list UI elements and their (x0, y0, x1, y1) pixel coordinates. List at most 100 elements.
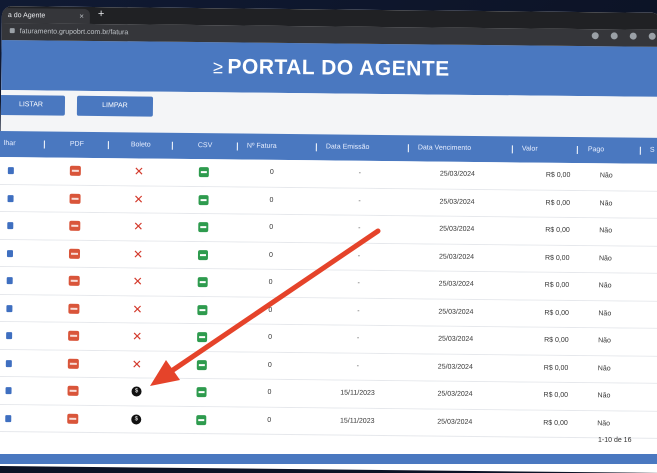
fatura-cell: 0 (268, 278, 273, 286)
cancel-x-icon: ✕ (131, 356, 142, 371)
fatura-cell: 0 (268, 251, 273, 259)
cancel-x-icon: ✕ (132, 246, 144, 262)
detail-icon[interactable] (7, 167, 14, 175)
col-separator (576, 146, 578, 155)
cancel-x-icon: ✕ (132, 329, 143, 344)
detail-icon[interactable] (6, 249, 14, 257)
emissao-cell: - (357, 307, 360, 315)
cancel-x-icon: ✕ (132, 301, 143, 316)
csv-icon[interactable] (197, 332, 208, 343)
fatura-cell: 0 (269, 223, 274, 231)
browser-tab[interactable]: a do Agente × (1, 7, 90, 24)
vencimento-cell: 25/03/2024 (437, 363, 473, 371)
csv-icon[interactable] (196, 387, 207, 398)
pago-cell: Não (599, 199, 613, 207)
table-body: ✕ 0 - 25/03/2024 R$ 0,00 Não ✕ 0 - 25/03… (0, 157, 657, 439)
emissao-cell: - (358, 169, 362, 177)
detail-icon[interactable] (7, 222, 14, 230)
valor-cell: R$ 0,00 (545, 171, 571, 179)
pdf-icon[interactable] (68, 248, 81, 259)
pdf-icon[interactable] (69, 165, 81, 176)
pdf-icon[interactable] (68, 275, 80, 286)
valor-cell: R$ 0,00 (544, 336, 569, 344)
col-pago[interactable]: Pago (588, 137, 605, 163)
csv-icon[interactable] (197, 249, 209, 260)
csv-icon[interactable] (196, 414, 207, 425)
vencimento-cell: 25/03/2024 (439, 225, 475, 233)
puzzle-icon[interactable] (648, 32, 656, 40)
star-icon[interactable] (610, 32, 618, 40)
vencimento-cell: 25/03/2024 (438, 280, 474, 288)
valor-cell: R$ 0,00 (543, 391, 569, 399)
col-separator (639, 146, 641, 155)
pago-cell: Não (598, 309, 612, 317)
col-boleto[interactable]: Boleto (131, 132, 151, 158)
lock-icon (9, 28, 15, 34)
valor-cell: R$ 0,00 (543, 419, 568, 427)
pdf-icon[interactable] (67, 358, 79, 369)
csv-icon[interactable] (196, 359, 207, 370)
pago-cell: Não (598, 282, 612, 290)
pdf-icon[interactable] (69, 193, 81, 204)
portal-logo-icon: ≥ (212, 57, 224, 78)
vencimento-cell: 25/03/2024 (437, 390, 473, 398)
valor-cell: R$ 0,00 (544, 281, 570, 289)
pdf-icon[interactable] (68, 303, 80, 314)
col-detalhar[interactable]: lhar (4, 131, 16, 157)
detail-icon[interactable] (7, 194, 14, 202)
vencimento-cell: 25/03/2024 (437, 418, 473, 426)
col-separator (107, 141, 109, 150)
vencimento-cell: 25/03/2024 (439, 170, 475, 178)
emissao-cell: - (358, 197, 361, 205)
extension-icon[interactable] (629, 32, 637, 40)
csv-icon[interactable] (198, 167, 209, 178)
limpar-button[interactable]: LIMPAR (76, 95, 154, 117)
url-field[interactable]: faturamento.grupobrt.com.br/fatura (9, 26, 590, 43)
pdf-icon[interactable] (67, 413, 79, 424)
boleto-dollar-icon[interactable]: $ (131, 413, 142, 424)
pdf-icon[interactable] (67, 385, 79, 396)
col-data-emissao[interactable]: Data Emissão (326, 134, 370, 160)
col-nfatura[interactable]: Nº Fatura (247, 134, 277, 160)
pago-cell: Não (598, 254, 612, 262)
pago-cell: Não (597, 419, 611, 427)
fatura-cell: 0 (267, 361, 272, 369)
emissao-cell: - (356, 362, 360, 370)
col-pdf[interactable]: PDF (70, 132, 84, 158)
emissao-cell: 15/11/2023 (339, 417, 375, 425)
detail-icon[interactable] (6, 332, 13, 340)
boleto-dollar-icon[interactable]: $ (131, 386, 142, 397)
pdf-icon[interactable] (68, 330, 80, 341)
col-status[interactable]: S (650, 138, 655, 164)
pagination-text: 1-10 de 16 (598, 437, 632, 444)
fatura-cell: 0 (268, 333, 273, 341)
pdf-icon[interactable] (69, 220, 81, 231)
csv-icon[interactable] (197, 304, 208, 315)
tab-close-icon[interactable]: × (79, 9, 84, 24)
vencimento-cell: 25/03/2024 (438, 335, 474, 343)
detail-icon[interactable] (6, 277, 13, 285)
detail-icon[interactable] (6, 304, 13, 312)
new-tab-icon[interactable]: + (98, 8, 105, 20)
detail-icon[interactable] (5, 359, 12, 367)
tab-title: a do Agente (7, 12, 46, 20)
cancel-x-icon: ✕ (133, 191, 144, 207)
valor-cell: R$ 0,00 (545, 226, 570, 234)
listar-button[interactable]: LISTAR (0, 94, 66, 116)
col-data-vencimento[interactable]: Data Vencimento (418, 135, 472, 162)
emissao-cell: - (357, 252, 361, 260)
pago-cell: Não (598, 337, 611, 345)
csv-icon[interactable] (197, 277, 208, 288)
valor-cell: R$ 0,00 (544, 309, 569, 317)
col-valor[interactable]: Valor (522, 136, 538, 162)
col-csv[interactable]: CSV (198, 133, 213, 159)
csv-icon[interactable] (198, 194, 209, 205)
col-separator (43, 140, 45, 149)
csv-icon[interactable] (198, 222, 209, 233)
share-icon[interactable] (591, 32, 599, 40)
detail-icon[interactable] (5, 414, 12, 422)
emissao-cell: 15/11/2023 (340, 389, 375, 397)
detail-icon[interactable] (5, 387, 12, 395)
col-separator (511, 145, 513, 154)
col-separator (171, 141, 173, 150)
